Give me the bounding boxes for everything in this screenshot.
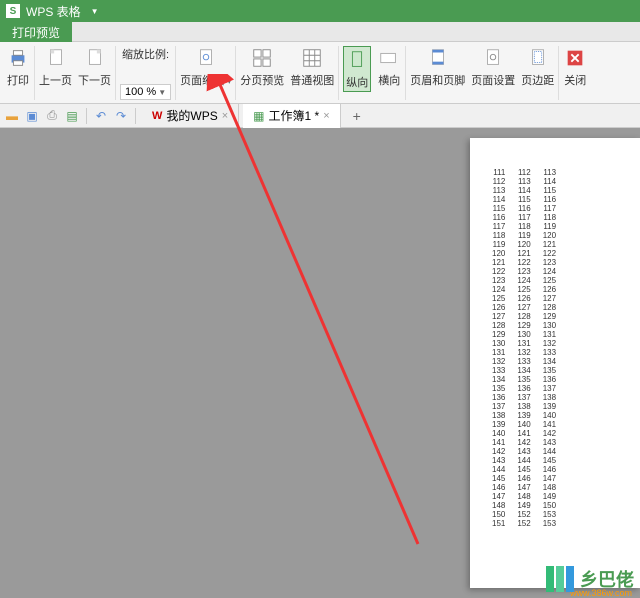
sheet-icon: ▦ xyxy=(253,109,264,123)
undo-icon[interactable]: ↶ xyxy=(93,108,109,124)
preview-icon[interactable]: ▤ xyxy=(64,108,80,124)
ribbon: 打印 上一页 下一页 缩放比例: 100 %▼ 页面缩放 ▾ 分页预览 xyxy=(0,42,640,104)
chevron-down-icon: ▼ xyxy=(158,88,166,97)
close-preview-button[interactable]: 关闭 xyxy=(563,46,587,88)
next-page-button[interactable]: 下一页 xyxy=(78,46,111,88)
separator xyxy=(86,108,87,124)
page-break-icon xyxy=(250,46,274,70)
page-setup-icon xyxy=(481,46,505,70)
app-logo-icon: S xyxy=(6,4,20,18)
chevron-down-icon[interactable]: ▼ xyxy=(91,7,99,16)
doctab-mywps[interactable]: W 我的WPS × xyxy=(142,104,239,128)
close-tab-icon[interactable]: × xyxy=(222,110,228,122)
printer-icon xyxy=(6,46,30,70)
page-setup-button[interactable]: 页面设置 xyxy=(471,46,515,88)
tab-print-preview[interactable]: 打印预览 xyxy=(0,22,72,42)
wps-logo-icon: W xyxy=(152,110,162,122)
app-title: WPS 表格 xyxy=(26,3,81,20)
preview-workspace: 1111121131121131141131141151141151161151… xyxy=(0,128,640,598)
zoom-value[interactable]: 100 %▼ xyxy=(120,84,171,100)
header-footer-icon xyxy=(426,46,450,70)
separator xyxy=(135,108,136,124)
save-icon[interactable]: ▣ xyxy=(24,108,40,124)
portrait-button[interactable]: 纵向 xyxy=(343,46,371,92)
grid-icon xyxy=(300,46,324,70)
page-zoom-icon xyxy=(194,46,218,70)
margins-icon xyxy=(526,46,550,70)
close-tab-icon[interactable]: × xyxy=(323,110,329,122)
watermark-logo-icon xyxy=(546,566,576,592)
page-zoom-button[interactable]: 页面缩放 ▾ xyxy=(180,46,231,88)
doctab-workbook[interactable]: ▦ 工作簿1 * × xyxy=(243,104,340,128)
add-tab-button[interactable]: + xyxy=(345,108,369,124)
normal-view-button[interactable]: 普通视图 xyxy=(290,46,334,88)
title-bar: S WPS 表格 ▼ xyxy=(0,0,640,22)
portrait-icon xyxy=(345,48,369,72)
landscape-button[interactable]: 横向 xyxy=(377,46,401,92)
open-icon[interactable]: ▬ xyxy=(4,108,20,124)
landscape-icon xyxy=(377,46,401,70)
quick-access-bar: ▬ ▣ ⎙ ▤ ↶ ↷ W 我的WPS × ▦ 工作簿1 * × + xyxy=(0,104,640,128)
redo-icon[interactable]: ↷ xyxy=(113,108,129,124)
margins-button[interactable]: 页边距 xyxy=(521,46,554,88)
header-footer-button[interactable]: 页眉和页脚 xyxy=(410,46,465,88)
close-icon xyxy=(563,46,587,70)
ribbon-tabbar: 打印预览 xyxy=(0,22,640,42)
print-quick-icon[interactable]: ⎙ xyxy=(44,108,60,124)
prev-page-button[interactable]: 上一页 xyxy=(39,46,72,88)
print-button[interactable]: 打印 xyxy=(6,46,30,88)
page-next-icon xyxy=(83,46,107,70)
preview-page: 1111121131121131141131141151141151161151… xyxy=(470,138,640,588)
page-prev-icon xyxy=(44,46,68,70)
watermark: 乡巴佬 xyxy=(546,566,634,592)
page-break-preview-button[interactable]: 分页预览 xyxy=(240,46,284,88)
preview-data-table: 1111121131121131141131141151141151161151… xyxy=(486,168,574,528)
zoom-label: 缩放比例: xyxy=(122,46,169,62)
